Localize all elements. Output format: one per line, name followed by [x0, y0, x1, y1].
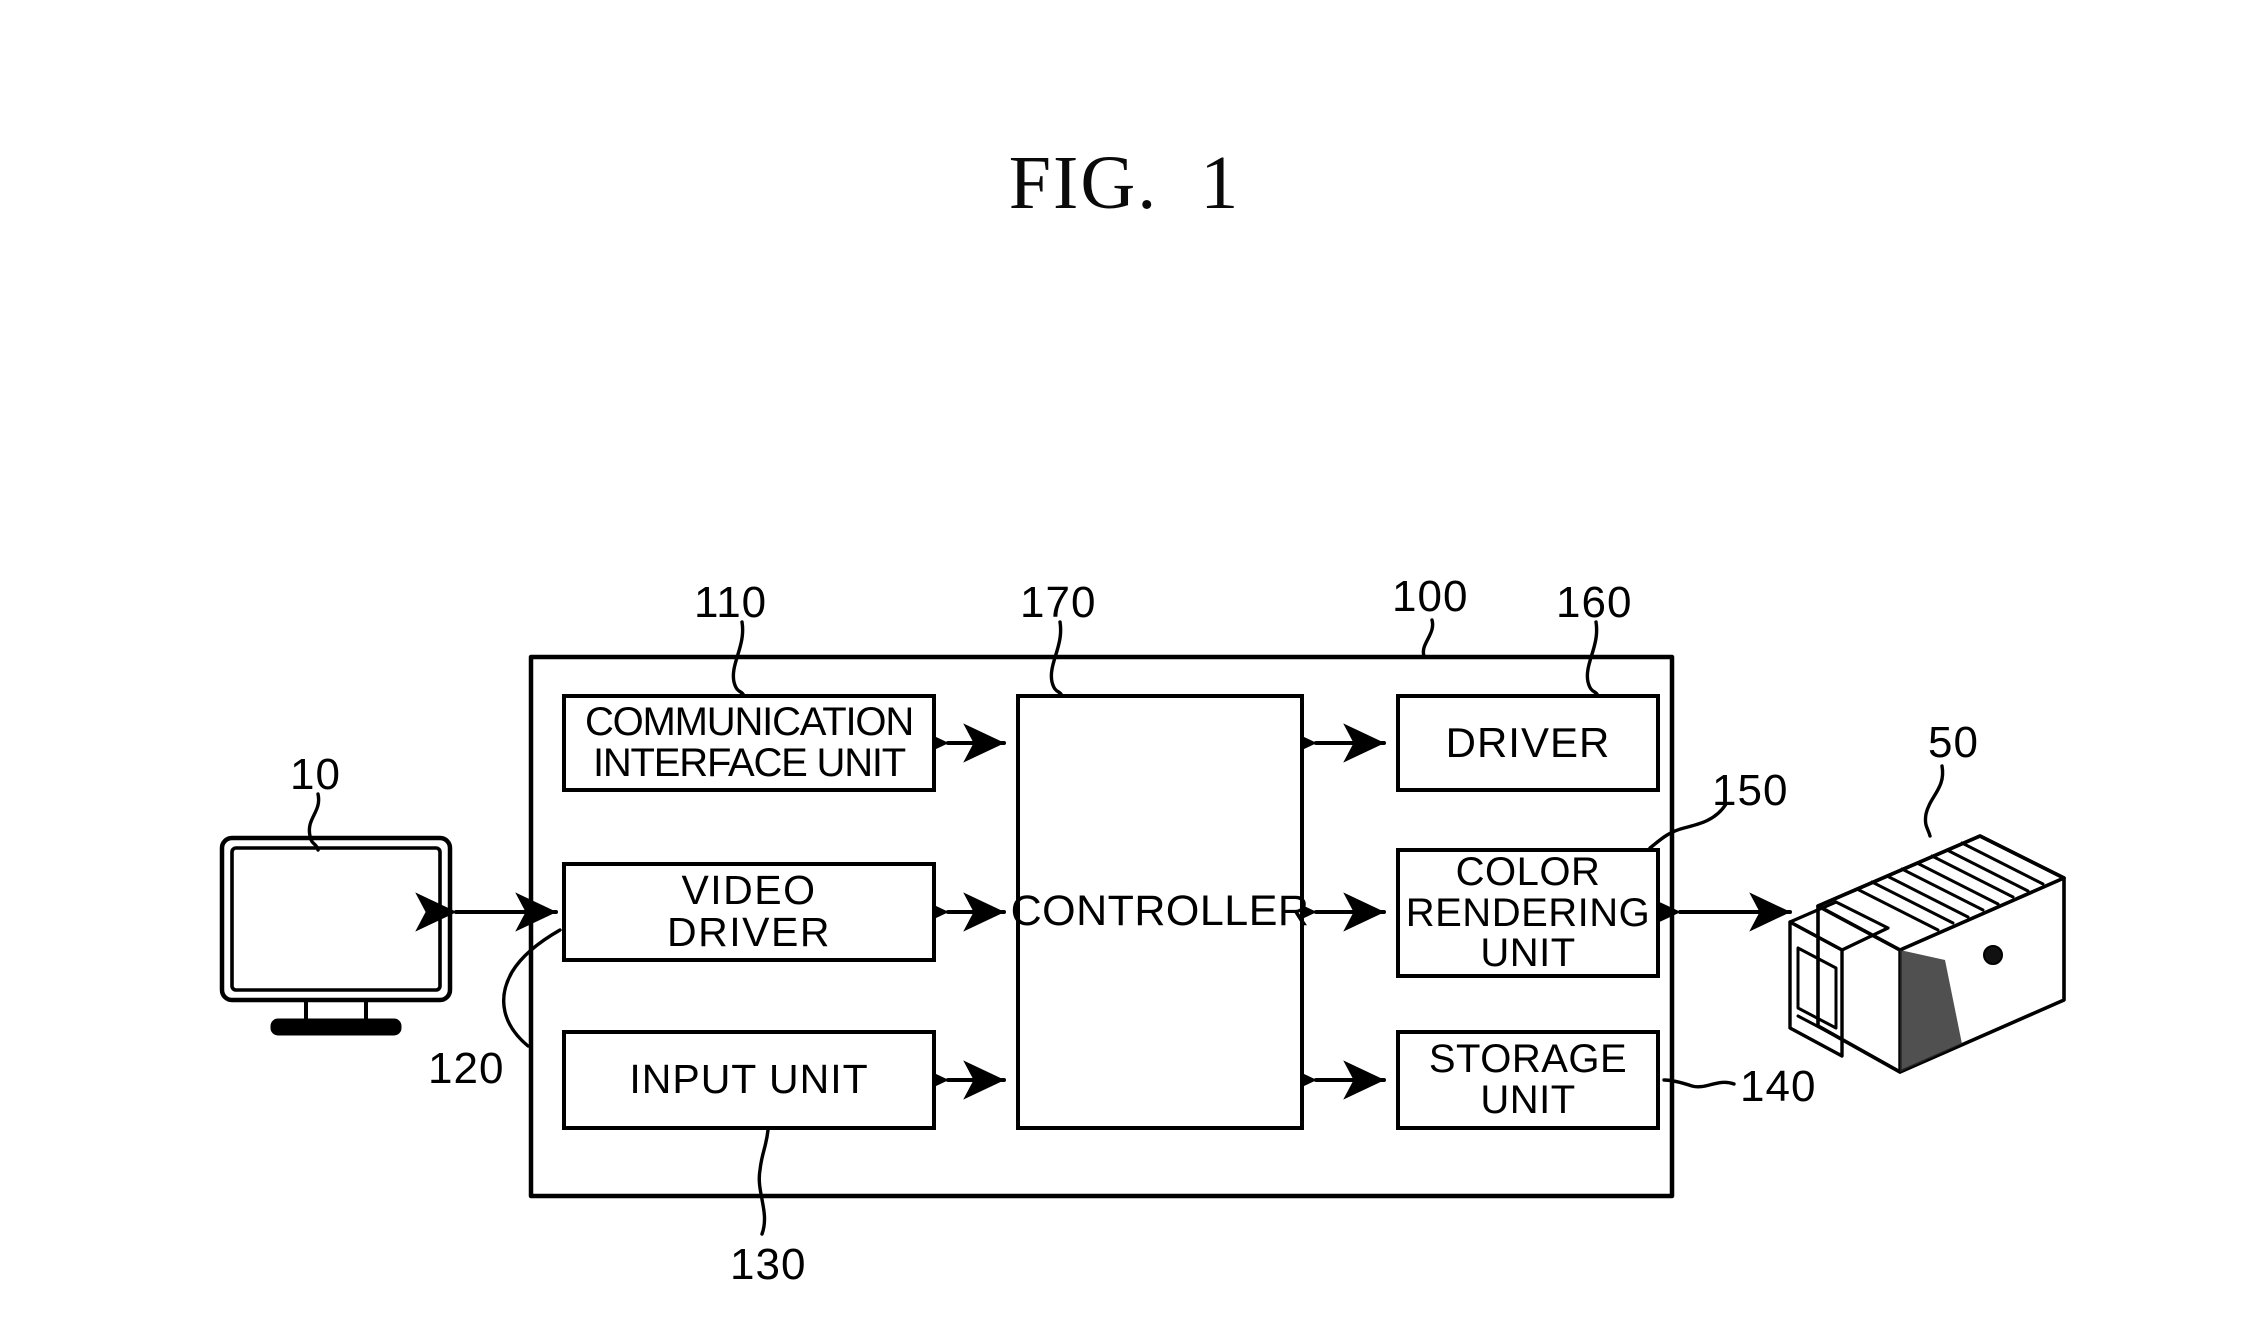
reference-numeral-140: 140 [1740, 1062, 1817, 1111]
leader-10 [307, 792, 321, 852]
block-storage-unit[interactable]: STORAGE UNIT [1396, 1030, 1660, 1130]
block-communication-interface-unit[interactable]: COMMUNICATION INTERFACE UNIT [562, 694, 936, 792]
block-label-color-rendering-unit: COLOR RENDERING UNIT [1405, 849, 1651, 976]
connector-group-right [1275, 723, 1386, 1100]
leader-140 [1662, 1078, 1736, 1089]
printer-front-shading [1900, 950, 1962, 1072]
connector-group-left [907, 723, 1006, 1100]
printer-illustration [1788, 834, 2066, 1074]
reference-numeral-10: 10 [290, 750, 341, 799]
monitor-neck [304, 998, 368, 1022]
printer-front-cover-top [1788, 900, 1890, 952]
leader-50 [1923, 764, 1945, 838]
printer-top-face [1816, 834, 2066, 952]
monitor-base [270, 1018, 402, 1036]
monitor-screen [230, 846, 442, 992]
block-label-driver: DRIVER [1445, 718, 1611, 766]
block-video-driver[interactable]: VIDEO DRIVER [562, 862, 936, 962]
reference-numeral-50: 50 [1928, 718, 1979, 767]
printer-power-button [1983, 945, 2003, 965]
reference-numeral-100: 100 [1392, 572, 1469, 621]
leader-130 [757, 1128, 770, 1236]
block-input-unit[interactable]: INPUT UNIT [562, 1030, 936, 1130]
printer-tray-ribs [1855, 841, 2045, 932]
reference-numeral-130: 130 [730, 1240, 807, 1289]
reference-numeral-120: 120 [428, 1044, 505, 1093]
monitor-outer-bezel [219, 835, 453, 1003]
reference-numeral-170: 170 [1020, 578, 1097, 627]
block-label-video-driver: VIDEO DRIVER [667, 867, 831, 955]
block-label-input-unit: INPUT UNIT [629, 1056, 869, 1103]
block-driver[interactable]: DRIVER [1396, 694, 1660, 792]
block-label-communication-interface-unit: COMMUNICATION INTERFACE UNIT [584, 700, 914, 785]
block-label-storage-unit: STORAGE UNIT [1428, 1037, 1628, 1122]
block-controller[interactable]: CONTROLLER [1011, 694, 1309, 1130]
reference-numeral-150: 150 [1712, 766, 1789, 815]
display-monitor-illustration [219, 835, 453, 1036]
reference-numeral-110: 110 [694, 578, 768, 627]
block-label-controller: CONTROLLER [1010, 887, 1310, 936]
block-color-rendering-unit[interactable]: COLOR RENDERING UNIT [1396, 848, 1660, 978]
reference-numeral-160: 160 [1556, 578, 1633, 627]
leader-100 [1421, 618, 1435, 658]
figure-canvas: FIG. 1 COMMUNICATION INTERFACE UNIT VIDE… [0, 0, 2249, 1327]
